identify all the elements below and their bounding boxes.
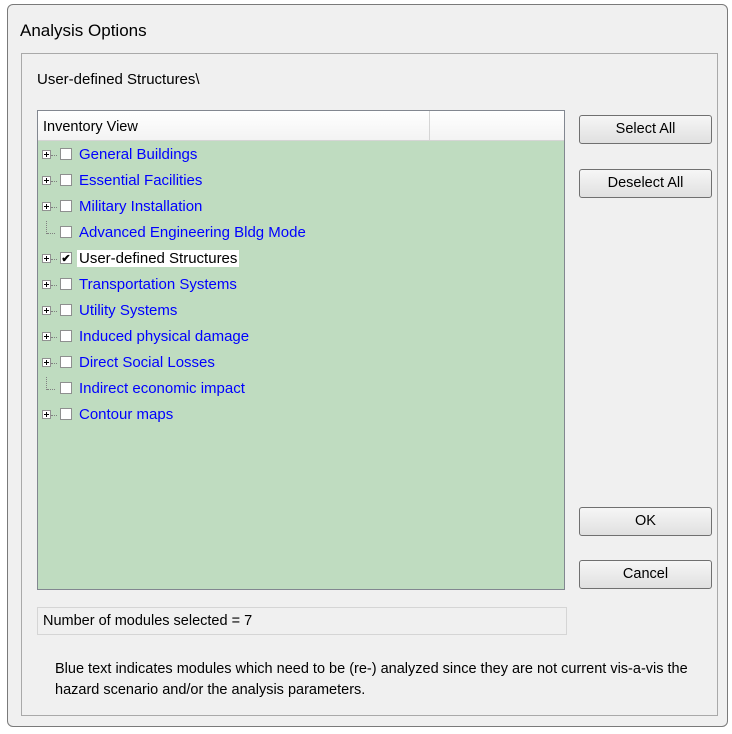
tree-item-label[interactable]: Indirect economic impact xyxy=(77,380,247,397)
checkmark-icon: ✔ xyxy=(61,253,71,265)
tree-connector-line xyxy=(47,233,55,234)
tree-item-label[interactable]: Advanced Engineering Bldg Mode xyxy=(77,224,308,241)
checkbox-unchecked[interactable] xyxy=(60,226,72,238)
tree-connector-line xyxy=(51,311,57,312)
checkbox-unchecked[interactable] xyxy=(60,356,72,368)
expand-plus-icon[interactable] xyxy=(42,176,51,185)
tree-item[interactable]: Indirect economic impact xyxy=(38,377,558,403)
deselect-all-button[interactable]: Deselect All xyxy=(579,169,712,198)
selection-count-box: Number of modules selected = 7 xyxy=(37,607,567,635)
expand-plus-icon[interactable] xyxy=(42,202,51,211)
tree-item[interactable]: Direct Social Losses xyxy=(38,351,558,377)
tree-connector-line xyxy=(51,155,57,156)
tree-column-header[interactable]: Inventory View xyxy=(38,111,564,141)
tree-connector-line xyxy=(51,363,57,364)
legend-note: Blue text indicates modules which need t… xyxy=(55,661,688,698)
checkbox-unchecked[interactable] xyxy=(60,278,72,290)
tree-item[interactable]: Advanced Engineering Bldg Mode xyxy=(38,221,558,247)
expand-plus-icon[interactable] xyxy=(42,332,51,341)
tree-item-label[interactable]: Transportation Systems xyxy=(77,276,239,293)
tree-item[interactable]: Essential Facilities xyxy=(38,169,558,195)
tree-connector-line xyxy=(51,259,57,260)
checkbox-unchecked[interactable] xyxy=(60,200,72,212)
tree-item-label[interactable]: Utility Systems xyxy=(77,302,179,319)
tree-item[interactable]: Transportation Systems xyxy=(38,273,558,299)
tree-connector-line xyxy=(47,389,55,390)
tree-item-label[interactable]: Direct Social Losses xyxy=(77,354,217,371)
tree-item-label[interactable]: Contour maps xyxy=(77,406,175,423)
cancel-button[interactable]: Cancel xyxy=(579,560,712,589)
checkbox-checked[interactable]: ✔ xyxy=(60,252,72,265)
tree-item-label[interactable]: Induced physical damage xyxy=(77,328,251,345)
tree-item-label[interactable]: Military Installation xyxy=(77,198,204,215)
tree-connector-line xyxy=(51,285,57,286)
tree-connector-line xyxy=(51,207,57,208)
checkbox-unchecked[interactable] xyxy=(60,408,72,420)
tree-item-label[interactable]: Essential Facilities xyxy=(77,172,204,189)
tree-item[interactable]: General Buildings xyxy=(38,143,558,169)
checkbox-unchecked[interactable] xyxy=(60,304,72,316)
tree-connector-line xyxy=(51,337,57,338)
tree-column-header-cell[interactable]: Inventory View xyxy=(38,111,430,140)
expand-plus-icon[interactable] xyxy=(42,254,51,263)
expand-plus-icon[interactable] xyxy=(42,280,51,289)
tree-item[interactable]: Utility Systems xyxy=(38,299,558,325)
tree-item-label[interactable]: User-defined Structures xyxy=(77,250,240,267)
expand-plus-icon[interactable] xyxy=(42,358,51,367)
tree-item[interactable]: Induced physical damage xyxy=(38,325,558,351)
tree-item[interactable]: Military Installation xyxy=(38,195,558,221)
checkbox-unchecked[interactable] xyxy=(60,382,72,394)
current-path-label: User-defined Structures\ xyxy=(37,71,200,88)
inventory-tree-view[interactable]: Inventory View General Buildings Essentia… xyxy=(37,110,565,590)
selection-count-text: Number of modules selected = 7 xyxy=(43,613,253,629)
tree-connector-line xyxy=(51,415,57,416)
ok-button[interactable]: OK xyxy=(579,507,712,536)
expand-plus-icon[interactable] xyxy=(42,150,51,159)
tree-item[interactable]: ✔ User-defined Structures xyxy=(38,247,558,273)
dialog-title: Analysis Options xyxy=(20,21,147,40)
tree-connector-line xyxy=(51,181,57,182)
tree-column-header-label: Inventory View xyxy=(43,119,138,135)
select-all-button[interactable]: Select All xyxy=(579,115,712,144)
checkbox-unchecked[interactable] xyxy=(60,330,72,342)
expand-plus-icon[interactable] xyxy=(42,306,51,315)
tree-item[interactable]: Contour maps xyxy=(38,403,558,429)
checkbox-unchecked[interactable] xyxy=(60,174,72,186)
expand-plus-icon[interactable] xyxy=(42,410,51,419)
tree-item-label[interactable]: General Buildings xyxy=(77,146,199,163)
checkbox-unchecked[interactable] xyxy=(60,148,72,160)
